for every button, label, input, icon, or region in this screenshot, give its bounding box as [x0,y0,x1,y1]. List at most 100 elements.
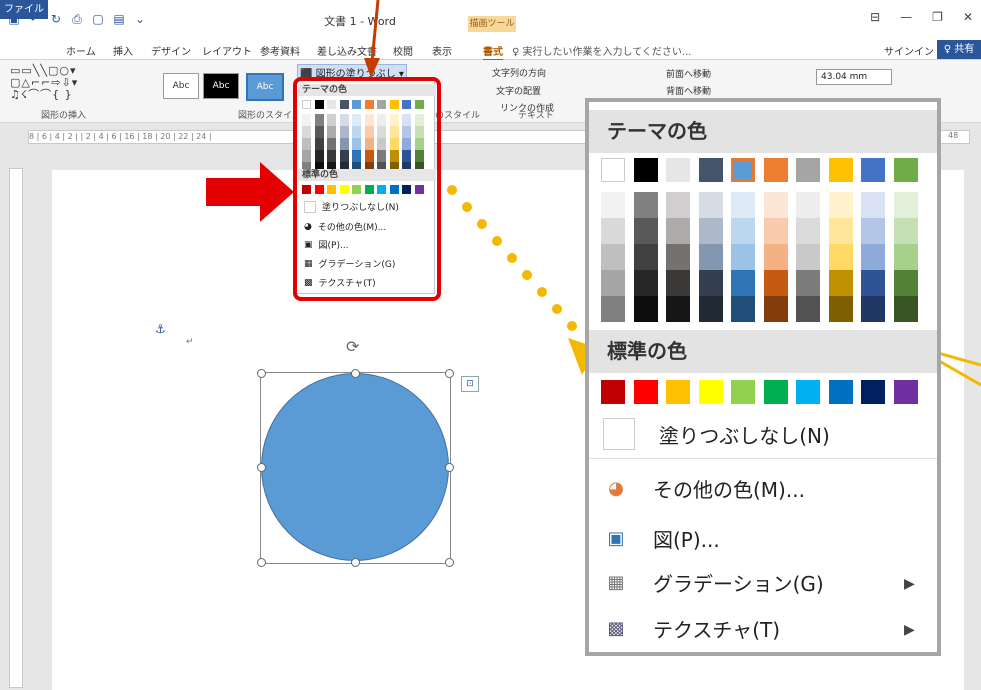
theme-shade-swatch[interactable] [633,192,658,218]
minimize-icon[interactable]: — [900,10,912,24]
standard-color-swatch[interactable] [731,380,755,404]
bring-forward-button[interactable]: 前面へ移動 [666,67,711,80]
theme-color-swatch[interactable] [666,158,690,182]
theme-shade-swatch[interactable] [666,218,690,244]
tab-home[interactable]: ホーム [66,43,96,58]
standard-color-swatch[interactable] [828,380,853,404]
theme-shade-swatch[interactable] [828,218,853,244]
resize-handle[interactable] [257,558,266,567]
theme-shade-swatch[interactable] [828,296,853,322]
resize-handle[interactable] [351,369,360,378]
theme-shade-swatch[interactable] [601,270,625,296]
theme-shade-swatch[interactable] [861,296,885,322]
tell-me-search[interactable]: ♀ 実行したい作業を入力してください... [512,43,691,58]
theme-shade-swatch[interactable] [731,192,755,218]
tab-file[interactable]: ファイル [0,0,48,19]
resize-handle[interactable] [445,463,454,472]
theme-shade-swatch[interactable] [763,192,788,218]
ribbon-display-icon[interactable]: ⊟ [870,10,880,24]
theme-shade-swatch[interactable] [601,192,625,218]
texture-item[interactable]: ▩ テクスチャ(T) [603,614,780,643]
theme-shade-swatch[interactable] [698,296,723,322]
restore-icon[interactable]: ❐ [932,10,943,24]
theme-shade-swatch[interactable] [763,270,788,296]
theme-shade-swatch[interactable] [698,218,723,244]
gradient-item[interactable]: ▦ グラデーション(G) [603,568,823,597]
circle-shape[interactable] [261,373,449,561]
standard-color-swatch[interactable] [666,380,690,404]
theme-shade-swatch[interactable] [633,244,658,270]
theme-shade-swatch[interactable] [893,270,918,296]
more-colors-item[interactable]: ◕ その他の色(M)... [603,474,805,503]
standard-color-swatch[interactable] [633,380,658,404]
theme-shade-swatch[interactable] [893,296,918,322]
tab-review[interactable]: 校閲 [393,43,413,58]
resize-handle[interactable] [445,558,454,567]
standard-color-swatch[interactable] [763,380,788,404]
theme-shade-swatch[interactable] [828,244,853,270]
theme-color-swatch[interactable] [698,158,723,182]
theme-shade-swatch[interactable] [893,218,918,244]
theme-color-swatch[interactable] [893,158,918,182]
theme-shade-swatch[interactable] [893,192,918,218]
shape-gallery[interactable]: ▭▭╲╲▢○▾ ▢△⌐⌐⇨⇩▾ ♫☇⌒⌒{ } [10,65,120,101]
theme-shade-swatch[interactable] [861,192,885,218]
standard-color-swatch[interactable] [601,380,625,404]
shape-style-3[interactable]: Abc [246,73,284,101]
resize-handle[interactable] [257,463,266,472]
tab-layout[interactable]: レイアウト [202,43,252,58]
theme-shade-swatch[interactable] [731,270,755,296]
theme-shade-swatch[interactable] [828,270,853,296]
theme-shade-swatch[interactable] [731,296,755,322]
theme-color-swatch[interactable] [861,158,885,182]
theme-shade-swatch[interactable] [633,296,658,322]
theme-shade-swatch[interactable] [698,270,723,296]
theme-color-swatch[interactable] [633,158,658,182]
theme-shade-swatch[interactable] [601,218,625,244]
theme-shade-swatch[interactable] [796,296,820,322]
theme-shade-swatch[interactable] [828,192,853,218]
theme-shade-swatch[interactable] [796,218,820,244]
standard-color-swatch[interactable] [893,380,918,404]
theme-color-swatch[interactable] [601,158,625,182]
theme-shade-swatch[interactable] [731,244,755,270]
no-fill-item[interactable]: 塗りつぶしなし(N) [603,418,830,450]
share-button[interactable]: ♀ 共有 [937,40,981,59]
theme-shade-swatch[interactable] [796,244,820,270]
standard-color-swatch[interactable] [796,380,820,404]
theme-color-swatch[interactable] [828,158,853,182]
sign-in-link[interactable]: サインイン [884,43,934,58]
tab-view[interactable]: 表示 [432,43,452,58]
send-backward-button[interactable]: 背面へ移動 [666,84,711,97]
shape-height-input[interactable]: 43.04 mm [816,69,892,85]
theme-shade-swatch[interactable] [601,296,625,322]
theme-shade-swatch[interactable] [796,270,820,296]
theme-color-swatch[interactable] [763,158,788,182]
theme-shade-swatch[interactable] [666,296,690,322]
theme-shade-swatch[interactable] [763,218,788,244]
standard-color-swatch[interactable] [861,380,885,404]
tab-insert[interactable]: 挿入 [113,43,133,58]
tab-design[interactable]: デザイン [151,43,191,58]
theme-shade-swatch[interactable] [666,192,690,218]
close-icon[interactable]: ✕ [963,10,973,24]
theme-shade-swatch[interactable] [633,218,658,244]
resize-handle[interactable] [257,369,266,378]
theme-shade-swatch[interactable] [763,296,788,322]
theme-shade-swatch[interactable] [698,192,723,218]
theme-shade-swatch[interactable] [666,244,690,270]
theme-shade-swatch[interactable] [666,270,690,296]
shape-style-1[interactable]: Abc [163,73,199,99]
theme-shade-swatch[interactable] [861,218,885,244]
rotate-handle-icon[interactable]: ⟳ [346,337,359,356]
theme-shade-swatch[interactable] [731,218,755,244]
theme-color-swatch[interactable] [731,158,755,182]
text-direction-button[interactable]: 文字列の方向 [492,66,546,79]
theme-shade-swatch[interactable] [796,192,820,218]
theme-color-swatch[interactable] [796,158,820,182]
theme-shade-swatch[interactable] [633,270,658,296]
theme-shade-swatch[interactable] [861,244,885,270]
vertical-ruler[interactable] [9,168,23,688]
tab-format[interactable]: 書式 [483,43,503,61]
theme-shade-swatch[interactable] [763,244,788,270]
